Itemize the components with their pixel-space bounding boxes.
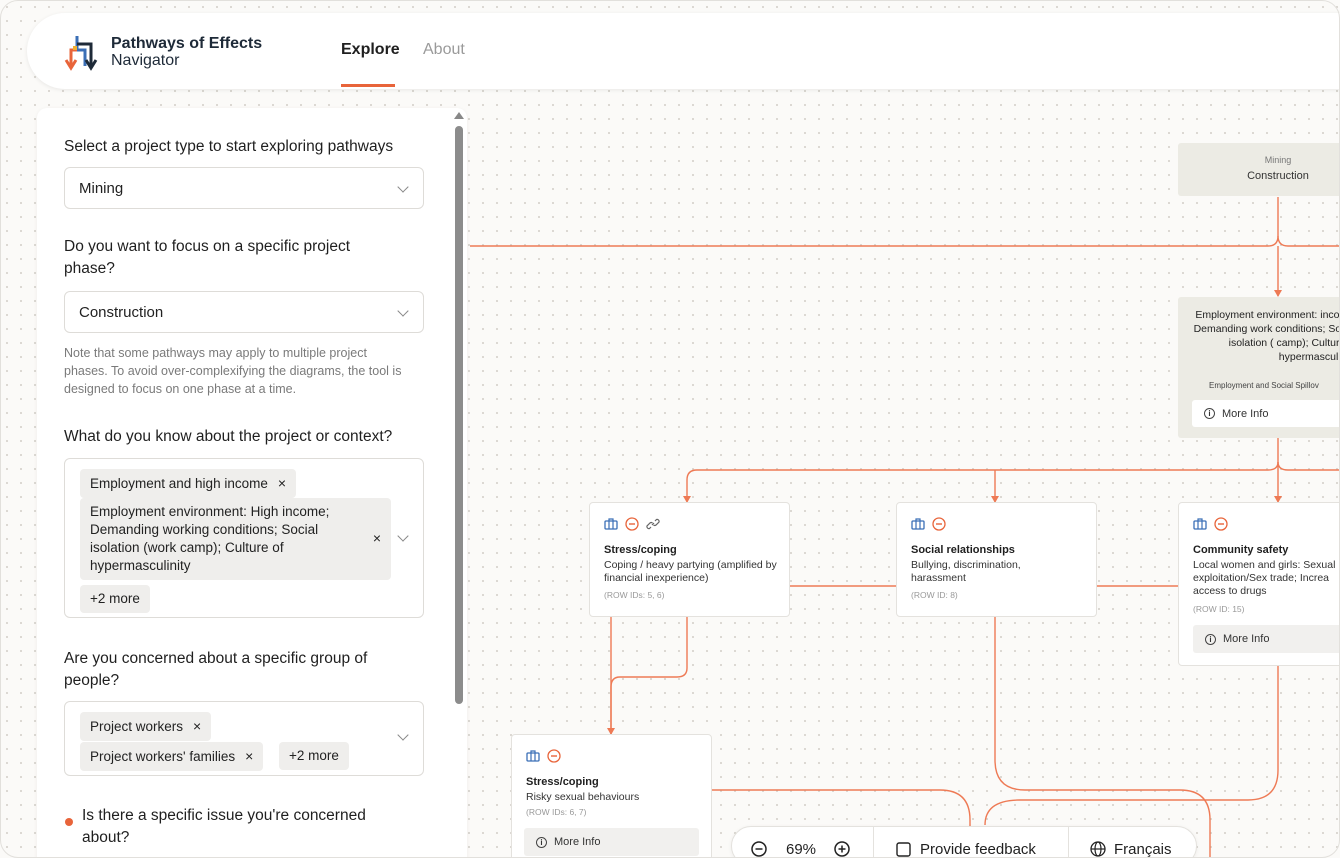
- chevron-down-icon: [397, 181, 409, 193]
- context-more-chip[interactable]: +2 more: [80, 585, 150, 613]
- group-chip: Project workers ×: [80, 712, 212, 741]
- filter-panel: Select a project type to start exploring…: [37, 108, 467, 858]
- group-chip: Project workers' families ×: [80, 742, 264, 771]
- briefcase-icon: [1193, 518, 1207, 530]
- tab-about[interactable]: About: [423, 41, 465, 59]
- scroll-thumb[interactable]: [455, 126, 463, 704]
- tab-explore[interactable]: Explore: [341, 41, 400, 59]
- briefcase-icon: [526, 750, 540, 762]
- zoom-level: 69%: [786, 841, 817, 858]
- pathway-node-social-relationships[interactable]: Social relationships Bullying, discrimin…: [896, 502, 1097, 617]
- briefcase-icon: [911, 518, 925, 530]
- pathways-logo-icon: [64, 36, 98, 71]
- employment-environment-node[interactable]: Employment environment: income; Demandin…: [1178, 297, 1340, 438]
- group-multiselect[interactable]: Project workers × Project workers' famili…: [64, 701, 424, 776]
- link-icon: [646, 518, 660, 530]
- chevron-down-icon: [397, 305, 409, 317]
- info-icon: i: [1204, 408, 1215, 419]
- checkbox-icon[interactable]: [896, 842, 911, 857]
- phase-label: Do you want to focus on a specific proje…: [64, 238, 351, 277]
- app-title[interactable]: Pathways of Effects Navigator: [111, 35, 262, 69]
- zoom-in-icon[interactable]: [834, 841, 850, 857]
- phase-select[interactable]: Construction: [64, 291, 424, 333]
- project-type-label: Select a project type to start exploring…: [64, 138, 394, 155]
- minus-circle-icon: [932, 517, 946, 531]
- remove-chip-icon[interactable]: ×: [193, 718, 201, 734]
- app-header: Pathways of Effects Navigator Explore Ab…: [27, 13, 1340, 89]
- remove-chip-icon[interactable]: ×: [278, 475, 286, 491]
- minus-circle-icon: [547, 749, 561, 763]
- language-toggle[interactable]: Français: [1114, 841, 1172, 858]
- briefcase-icon: [604, 518, 618, 530]
- pathway-node-stress-coping-risky[interactable]: Stress/coping Risky sexual behaviours (R…: [511, 734, 712, 858]
- provide-feedback-button[interactable]: Provide feedback: [920, 841, 1036, 858]
- group-label: Are you concerned about a specific group…: [64, 650, 368, 689]
- info-icon: i: [536, 836, 547, 848]
- globe-icon: [1090, 841, 1106, 857]
- phase-note: Note that some pathways may apply to mul…: [64, 346, 402, 396]
- root-node[interactable]: Mining Construction: [1178, 143, 1340, 196]
- remove-chip-icon[interactable]: ×: [245, 748, 253, 764]
- context-chip: Employment environment: High income; Dem…: [80, 498, 391, 580]
- diagram-toolbar: 69% Provide feedback Français: [731, 826, 1197, 858]
- scroll-up-icon[interactable]: [454, 112, 464, 119]
- context-label: What do you know about the project or co…: [64, 428, 393, 445]
- minus-circle-icon: [1214, 517, 1228, 531]
- minus-circle-icon: [625, 517, 639, 531]
- more-info-button[interactable]: i More Info: [524, 828, 699, 856]
- group-more-chip[interactable]: +2 more: [279, 742, 349, 770]
- more-info-button[interactable]: i More Info: [1193, 625, 1340, 653]
- chevron-down-icon: [397, 729, 409, 741]
- project-type-select[interactable]: Mining: [64, 167, 424, 209]
- required-indicator: [65, 818, 73, 826]
- active-tab-indicator: [341, 84, 395, 87]
- zoom-out-icon[interactable]: [751, 841, 767, 857]
- pathway-node-stress-coping[interactable]: Stress/coping Coping / heavy partying (a…: [589, 502, 790, 617]
- pathway-node-community-safety[interactable]: Community safety Local women and girls: …: [1178, 502, 1340, 666]
- issue-label: Is there a specific issue you're concern…: [82, 807, 366, 846]
- context-multiselect[interactable]: Employment and high income × Employment e…: [64, 458, 424, 618]
- panel-scrollbar[interactable]: [454, 112, 464, 858]
- more-info-button[interactable]: i More Info: [1192, 400, 1340, 427]
- context-chip: Employment and high income ×: [80, 469, 297, 498]
- chevron-down-icon: [397, 530, 409, 542]
- remove-chip-icon[interactable]: ×: [373, 529, 381, 547]
- info-icon: i: [1205, 633, 1216, 645]
